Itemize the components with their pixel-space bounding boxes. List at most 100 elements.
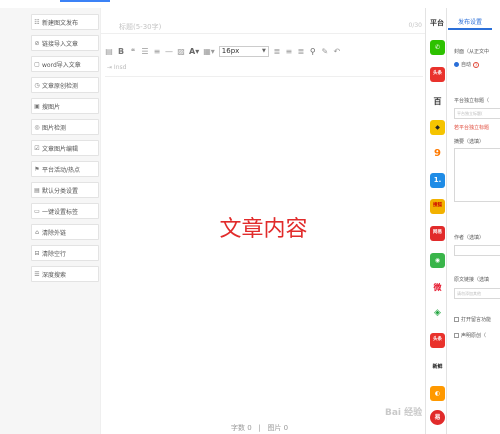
open-comments-option[interactable]: 打开留言功能 (454, 316, 491, 323)
sidebar-item-label: word导入文章 (42, 61, 81, 69)
sidebar-item-label: 搜图片 (42, 103, 61, 111)
font-size-select[interactable]: 16px ▼ (218, 45, 269, 57)
target-icon: ◎ (34, 123, 40, 131)
sidebar-item-image-edit[interactable]: ☑ 文章图片编辑 (31, 140, 99, 156)
open-comments-label: 打开留言功能 (461, 317, 492, 323)
orange-icon[interactable]: ◐ (430, 386, 445, 401)
align-center-icon[interactable]: ≡ (285, 46, 293, 56)
author-label: 作者（选填） (454, 235, 485, 241)
cover-option[interactable]: 自动? (454, 61, 480, 68)
sidebar-item-label: 深度搜索 (42, 271, 67, 279)
sidebar-item-new-article[interactable]: ☷ 新建图文发布 (31, 14, 99, 30)
baidu-icon[interactable]: 百 (430, 94, 445, 109)
checkbox-icon (454, 317, 459, 322)
sidebar-item-label: 文章图片编辑 (42, 145, 79, 153)
toolbar-divider (105, 76, 423, 77)
summary-textarea[interactable] (454, 148, 500, 202)
sidebar-item-label: 新建图文发布 (42, 19, 79, 27)
platform-header: 平台 (430, 19, 444, 27)
sidebar-item-deep-search[interactable]: ☰ 深度搜索 (31, 266, 99, 282)
sidebar-item-label: 默认分类设置 (42, 187, 79, 195)
platform-title-input[interactable]: 平台独立标题( (454, 108, 500, 119)
sidebar-item-default-category[interactable]: ▤ 默认分类设置 (31, 182, 99, 198)
source-code-icon[interactable]: ▤ (105, 46, 113, 56)
toutiao-icon[interactable]: 头条 (430, 67, 445, 82)
sidebar-item-label: 一键设置标签 (42, 208, 79, 216)
sidebar-item-label: 文章原创检测 (42, 82, 79, 90)
unordered-list-icon[interactable]: ≡ (153, 46, 161, 56)
find-replace-icon[interactable]: ⚲ (309, 46, 317, 56)
sidebar-item-search-image[interactable]: ▣ 搜图片 (31, 98, 99, 114)
bold-icon[interactable]: B (117, 46, 125, 56)
watermark: Bai 经验 (385, 408, 423, 418)
wechat-icon[interactable]: ✆ (430, 40, 445, 55)
font-color-icon[interactable]: A▾ (189, 46, 199, 56)
word-count-value: 0 (247, 424, 252, 432)
source-link-input[interactable]: 请勿添加其他 (454, 288, 500, 299)
publish-settings-panel: 发布设置 封面（从正文中 自动? 平台独立标题（ 平台独立标题( 若平台独立标题… (448, 8, 500, 434)
sidebar-item-hot-topics[interactable]: ⚑ 平台活动/热点 (31, 161, 99, 177)
ordered-list-icon[interactable]: ☰ (141, 46, 149, 56)
tab-publish-settings[interactable]: 发布设置 (448, 16, 492, 30)
yidian-icon[interactable]: 1. (430, 173, 445, 188)
unlink-icon: ⌂ (35, 228, 39, 236)
tag-icon: ▭ (34, 207, 40, 215)
word-image-stats: 字数 0 | 图片 0 (231, 423, 288, 433)
font-size-value: 16px (221, 47, 240, 55)
link-icon: ⊘ (34, 39, 40, 47)
kuaibao-icon[interactable]: ◈ (430, 306, 445, 321)
insert-image-icon[interactable]: ▨ (177, 46, 185, 56)
weibo-icon[interactable]: 微 (430, 280, 445, 295)
qq-icon[interactable]: ◆ (430, 120, 445, 135)
sidebar-item-clear-links[interactable]: ⌂ 清除外链 (31, 224, 99, 240)
undo-icon[interactable]: ↶ (333, 46, 341, 56)
help-icon[interactable]: ? (473, 61, 480, 68)
category-icon: ▤ (34, 186, 40, 194)
flag-icon: ⚑ (34, 165, 40, 173)
declare-original-option[interactable]: 声明原创（ (454, 332, 486, 339)
quote-icon[interactable]: ❝ (129, 46, 137, 56)
sidebar-item-label: 链接导入文章 (42, 40, 79, 48)
checkbox-icon (454, 333, 459, 338)
image-icon: ▣ (34, 102, 40, 110)
title-input[interactable]: 标题(5-30字) (119, 22, 161, 32)
sidebar-item-original-check[interactable]: ◷ 文章原创检测 (31, 77, 99, 93)
sidebar-item-image-check[interactable]: ◎ 图片检测 (31, 119, 99, 135)
author-input[interactable] (454, 245, 500, 256)
tools-sidebar: ☷ 新建图文发布 ⊘ 链接导入文章 ▢ word导入文章 ◷ 文章原创检测 ▣ 搜图片 ◎… (0, 8, 100, 434)
align-left-icon[interactable]: ≣ (273, 46, 281, 56)
edit-icon: ☑ (34, 144, 40, 152)
aiqiyi-icon[interactable]: ◉ (430, 253, 445, 268)
indent-button[interactable]: ⇥ Insd (107, 64, 126, 71)
zaker-icon[interactable]: 新鲜 (430, 360, 445, 375)
image-count-value: 0 (283, 424, 289, 432)
declare-original-label: 声明原创（ (461, 333, 487, 339)
radio-selected-icon (454, 62, 459, 67)
cover-label: 封面（从正文中 (454, 49, 490, 55)
uc-icon[interactable]: 9 (430, 146, 445, 161)
document-icon: ☷ (34, 18, 40, 26)
sidebar-item-word-import[interactable]: ▢ word导入文章 (31, 56, 99, 72)
sidebar-item-clear-blank-lines[interactable]: ⊟ 清除空行 (31, 245, 99, 261)
sidebar-item-label: 图片检测 (42, 124, 67, 132)
eraser-icon[interactable]: ✎ (321, 46, 329, 56)
platform-title-warning: 若平台独立标题 (454, 125, 490, 131)
background-color-icon[interactable]: ▦▾ (203, 46, 215, 56)
sidebar-item-label: 清除空行 (42, 250, 67, 258)
top-accent-bar (60, 0, 110, 2)
sidebar-item-label: 清除外链 (42, 229, 67, 237)
align-right-icon[interactable]: ≣ (297, 46, 305, 56)
toutiao-icon[interactable]: 头条 (430, 333, 445, 348)
sidebar-item-label: 平台活动/热点 (42, 166, 81, 174)
sohu-icon[interactable]: 搜狐 (430, 199, 445, 214)
wangyi-icon[interactable]: 网易 (430, 226, 445, 241)
horizontal-rule-icon[interactable]: — (165, 46, 173, 56)
chevron-down-icon: ▼ (261, 48, 266, 54)
wangyi-icon[interactable]: 易 (430, 410, 445, 425)
sidebar-item-link-import[interactable]: ⊘ 链接导入文章 (31, 35, 99, 51)
lines-icon: ⊟ (34, 249, 40, 257)
sidebar-item-set-tags[interactable]: ▭ 一键设置标签 (31, 203, 99, 219)
clock-icon: ◷ (34, 81, 40, 89)
title-row: 标题(5-30字) 0/30 (101, 20, 426, 34)
article-content[interactable]: 文章内容 (101, 211, 426, 243)
